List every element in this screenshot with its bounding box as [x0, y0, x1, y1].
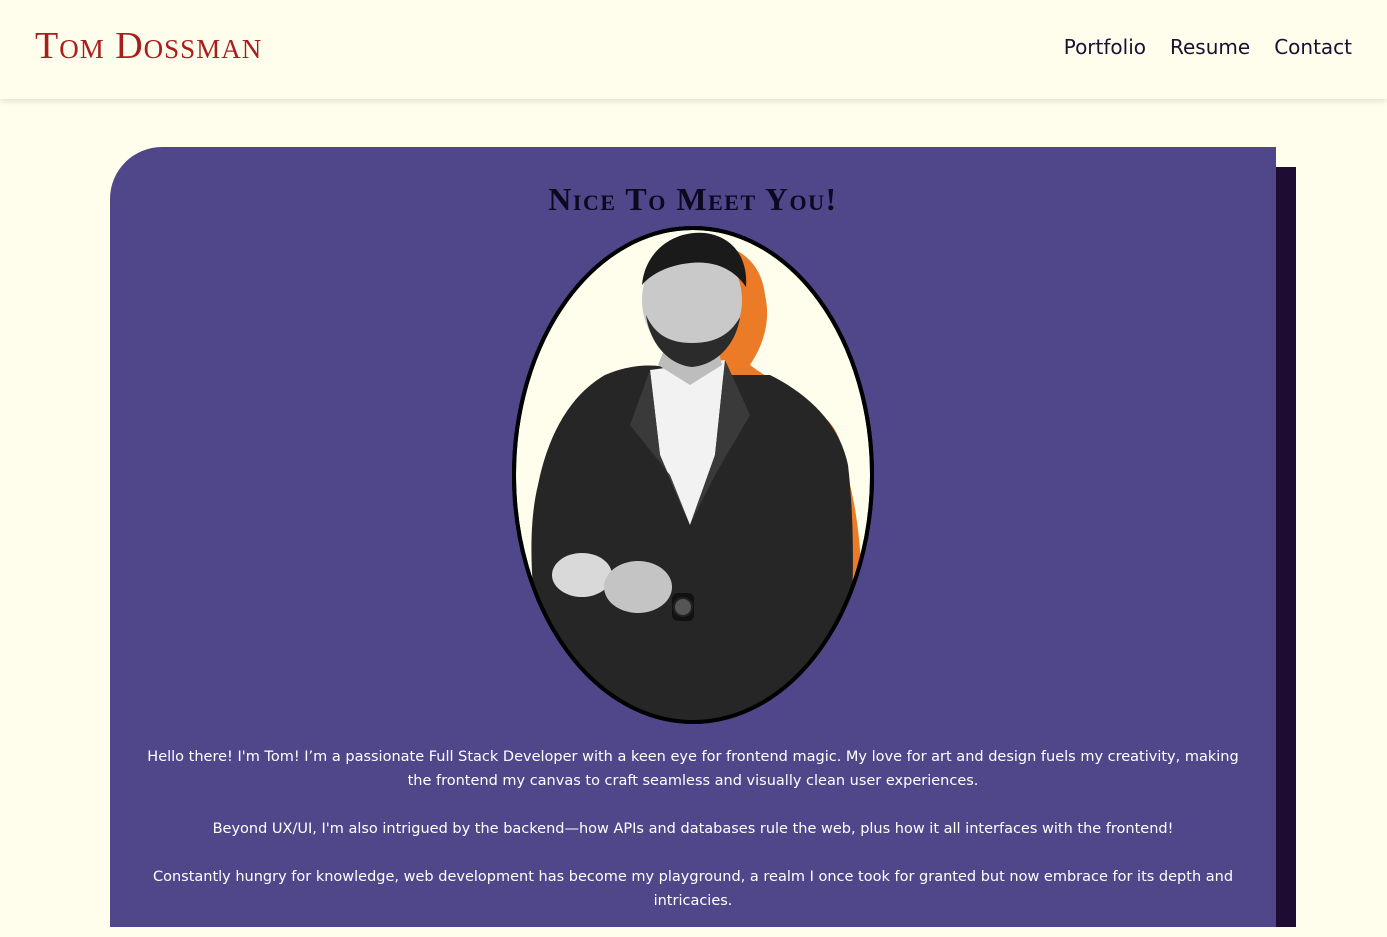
site-logo[interactable]: Tom Dossman — [35, 24, 262, 68]
profile-portrait — [512, 226, 874, 724]
nav-link-contact[interactable]: Contact — [1274, 32, 1352, 62]
about-bio: Hello there! I'm Tom! I’m a passionate F… — [140, 745, 1246, 937]
main-nav: Portfolio Resume Contact — [1064, 32, 1352, 62]
site-header: Tom Dossman Portfolio Resume Contact — [0, 0, 1387, 99]
bio-paragraph: Hello there! I'm Tom! I’m a passionate F… — [147, 749, 1239, 789]
nav-link-portfolio[interactable]: Portfolio — [1064, 32, 1146, 62]
bio-paragraph: Constantly hungry for knowledge, web dev… — [152, 869, 1234, 909]
bio-paragraph: Beyond UX/UI, I'm also intrigued by the … — [212, 821, 1174, 837]
about-card: Nice To Meet You! Hello there! I'm Tom! … — [110, 147, 1276, 927]
nav-link-resume[interactable]: Resume — [1170, 32, 1250, 62]
about-title: Nice To Meet You! — [548, 181, 838, 217]
